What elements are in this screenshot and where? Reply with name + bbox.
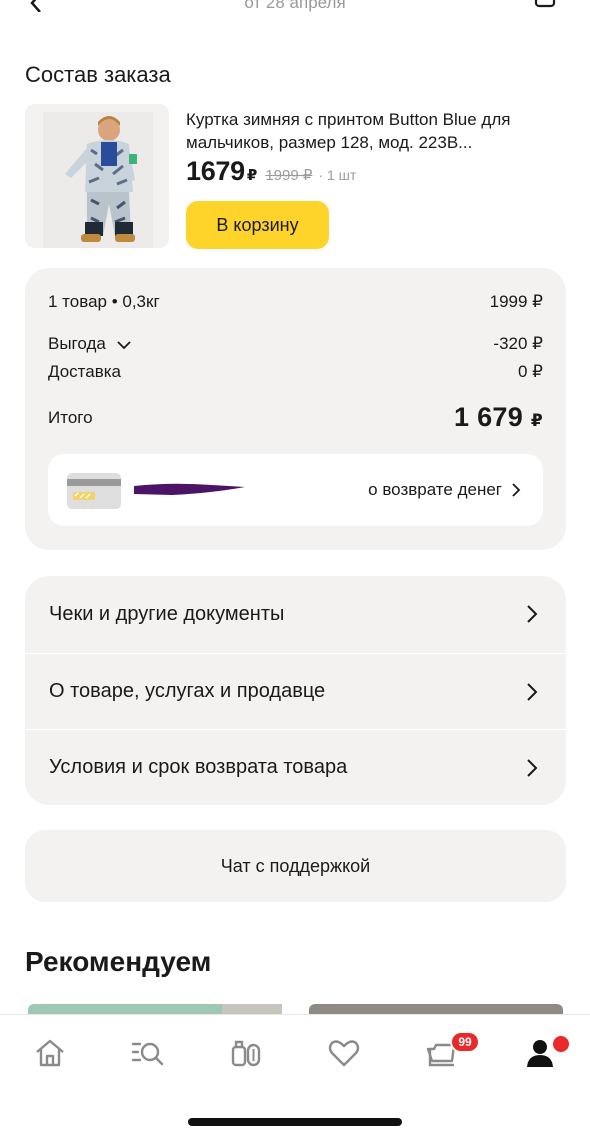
add-to-cart-button[interactable]: В корзину (186, 201, 329, 249)
delivery-line: Доставка 0 ₽ (48, 362, 543, 382)
return-terms-label: Условия и срок возврата товара (49, 756, 348, 778)
total-currency: ₽ (530, 411, 543, 430)
bank-card-icon (67, 473, 121, 509)
product-price: 1679 (186, 156, 245, 186)
discount-value: -320 ₽ (493, 334, 543, 353)
brands-icon (231, 1040, 261, 1067)
product-quantity: · 1 шт (318, 167, 357, 183)
order-details-screen: от 28 апреля Состав заказа Куртка зимняя… (0, 0, 590, 1140)
home-indicator[interactable] (188, 1118, 402, 1126)
product-seller-info-row[interactable]: О товаре, услугах и продавце (25, 653, 566, 729)
items-summary-line: 1 товар • 0,3кг 1999 ₽ (48, 292, 543, 312)
return-terms-row[interactable]: Условия и срок возврата товара (25, 729, 566, 805)
calendar-icon[interactable] (534, 0, 556, 8)
tab-brands[interactable] (224, 1033, 268, 1073)
tab-home[interactable] (28, 1033, 72, 1073)
support-chat-button[interactable]: Чат с поддержкой (25, 830, 566, 902)
chevron-down-icon (116, 340, 131, 349)
delivery-value: 0 ₽ (518, 362, 543, 381)
total-label: Итого (48, 407, 93, 427)
home-icon (36, 1039, 64, 1067)
child-winter-jacket-image (25, 104, 169, 248)
total-amount: 1 679 ₽ (454, 402, 543, 433)
masked-card-number (134, 483, 245, 495)
discount-line[interactable]: Выгода -320 ₽ (48, 334, 543, 354)
chevron-right-icon (527, 758, 538, 777)
refund-link-label: о возврате денег (368, 480, 502, 499)
order-summary-card: 1 товар • 0,3кг 1999 ₽ Выгода -320 ₽ Дос… (25, 268, 566, 550)
recommendations-title: Рекомендуем (25, 946, 212, 977)
items-count-weight: 1 товар • 0,3кг (48, 292, 160, 311)
receipts-documents-label: Чеки и другие документы (49, 602, 285, 625)
total-line: Итого 1 679 ₽ (48, 402, 543, 433)
currency-symbol: ₽ (246, 167, 258, 184)
product-name[interactable]: Куртка зимняя с принтом Button Blue для … (186, 108, 556, 154)
profile-notification-dot (551, 1034, 571, 1054)
receipts-documents-row[interactable]: Чеки и другие документы (25, 576, 566, 652)
chevron-right-icon (512, 483, 521, 497)
tab-favorites[interactable] (322, 1033, 366, 1073)
product-image[interactable] (25, 104, 169, 248)
chevron-right-icon (527, 605, 538, 623)
payment-method-row[interactable]: о возврате денег (48, 454, 543, 526)
order-documents-list: Чеки и другие документы О товаре, услуга… (25, 576, 566, 805)
discount-toggle[interactable]: Выгода (48, 334, 131, 354)
cart-count-badge: 99 (450, 1031, 480, 1053)
favorites-heart-icon (328, 1040, 360, 1067)
product-price-row: 1679 ₽ 1999 ₽ · 1 шт (186, 156, 356, 190)
order-contents-title: Состав заказа (25, 62, 171, 87)
items-total-value: 1999 ₽ (489, 292, 543, 311)
total-value: 1 679 (453, 402, 524, 432)
product-seller-info-label: О товаре, услугах и продавце (49, 680, 326, 702)
chevron-right-icon (527, 682, 538, 701)
top-bar: от 28 апреля (0, 0, 590, 22)
product-old-price: 1999 ₽ (265, 167, 313, 184)
refund-info-link[interactable]: о возврате денег (368, 480, 521, 500)
tab-catalog[interactable] (126, 1033, 170, 1073)
delivery-label: Доставка (48, 362, 122, 381)
order-date-subtitle: от 28 апреля (244, 0, 346, 12)
discount-label: Выгода (48, 334, 106, 353)
catalog-search-icon (131, 1042, 164, 1066)
